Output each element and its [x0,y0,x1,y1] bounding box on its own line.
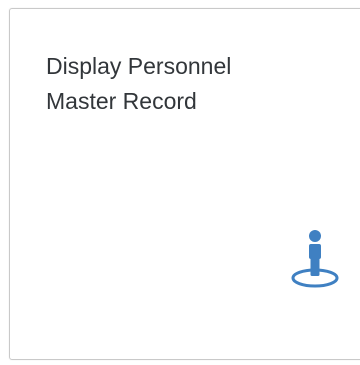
tile-title-line-1: Display Personnel [46,53,232,79]
tile-title-line-2: Master Record [46,88,197,114]
person-placeholder-icon [288,229,342,291]
app-tile-display-personnel-master-record[interactable]: Display Personnel Master Record [9,8,360,360]
tile-title: Display Personnel Master Record [46,49,326,119]
